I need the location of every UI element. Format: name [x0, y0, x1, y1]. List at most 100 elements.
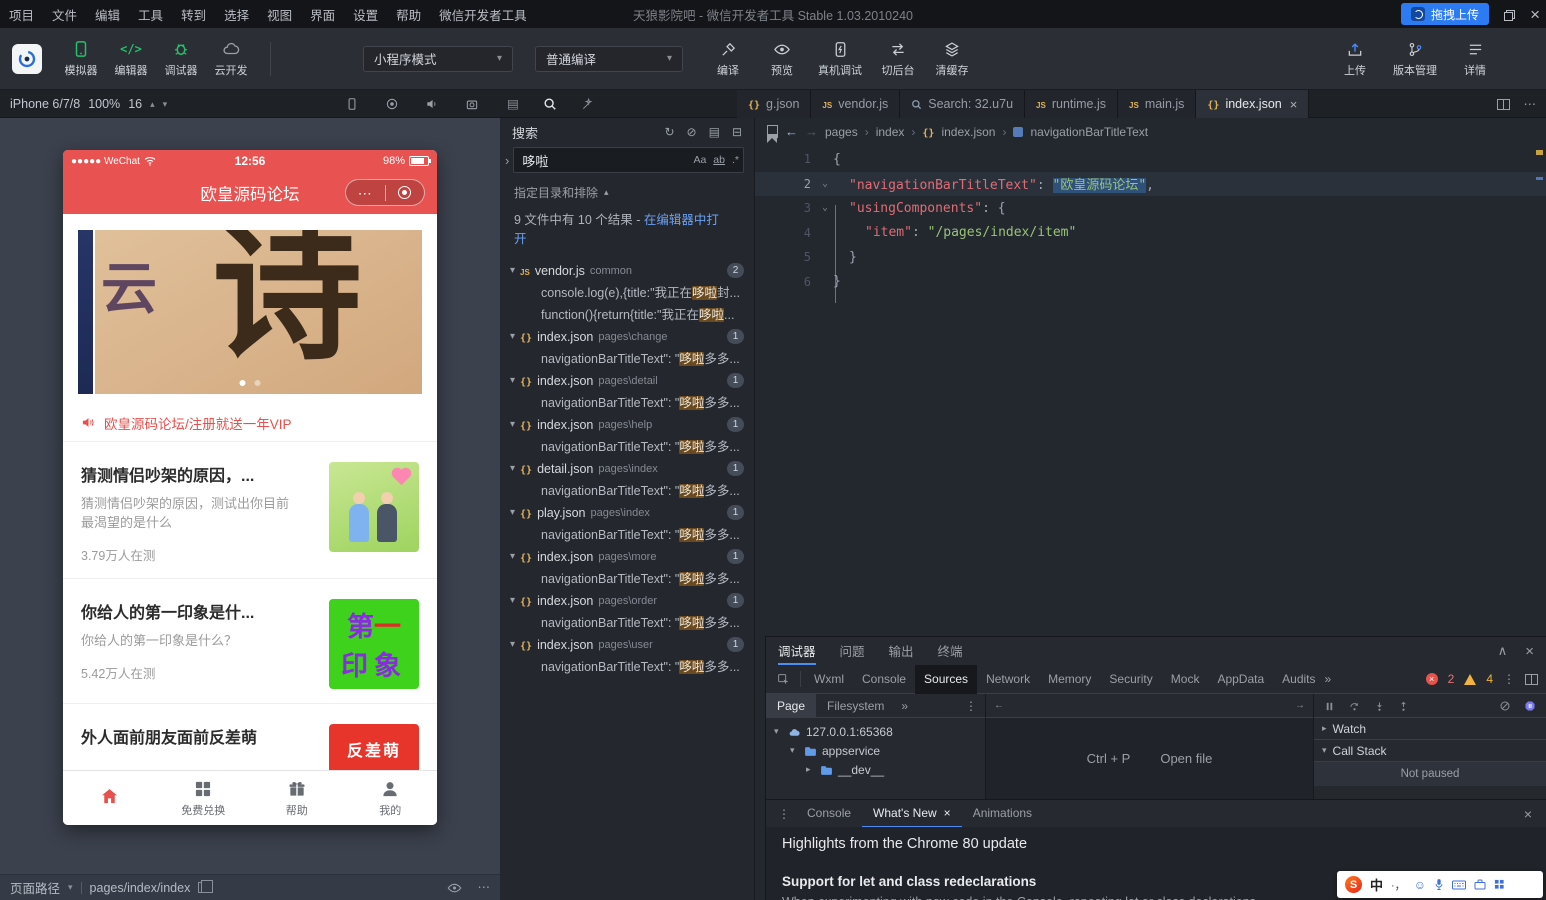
list-item[interactable]: 猜测情侣吵架的原因，... 猜测情侣吵架的原因，测试出你目前最渴望的是什么 3.…: [63, 442, 437, 579]
path-label[interactable]: 页面路径: [10, 878, 60, 897]
background-switch-button[interactable]: 切后台: [873, 39, 923, 78]
step-out-icon[interactable]: [1398, 699, 1409, 713]
code-line[interactable]: 1 {: [755, 147, 1546, 172]
preview-button[interactable]: 预览: [757, 39, 807, 78]
sound-icon[interactable]: [425, 97, 439, 112]
search-file-row[interactable]: index.json pages\user 1: [500, 634, 754, 656]
search-match[interactable]: function(){return{title:"我正在哆啦...: [500, 304, 754, 326]
sogou-logo-icon[interactable]: S: [1345, 876, 1362, 893]
nav-forward-icon[interactable]: [805, 125, 818, 138]
ime-mode-chinese[interactable]: 中: [1370, 875, 1383, 894]
search-file-row[interactable]: vendor.js common 2: [500, 260, 754, 282]
wand-icon[interactable]: [581, 97, 595, 112]
search-file-row[interactable]: play.json pages\index 1: [500, 502, 754, 524]
next-file-icon[interactable]: [1295, 701, 1305, 711]
sources-editor-area[interactable]: Ctrl + P Open file: [986, 694, 1313, 799]
step-into-icon[interactable]: [1374, 699, 1385, 713]
drag-upload-button[interactable]: 拖拽上传: [1401, 3, 1490, 25]
tab-whats-new[interactable]: What's New: [862, 800, 962, 828]
search-match[interactable]: console.log(e),{title:"我正在哆啦封...: [500, 282, 754, 304]
open-file-label[interactable]: Open file: [1160, 751, 1212, 766]
editor-button[interactable]: </> 编辑器: [106, 39, 156, 78]
more-menu-icon[interactable]: [346, 186, 385, 200]
prev-file-icon[interactable]: [994, 701, 1004, 711]
chevron-right-icon[interactable]: [806, 765, 815, 774]
search-match[interactable]: navigationBarTitleText": "哆啦多多...: [500, 392, 754, 414]
search-match[interactable]: navigationBarTitleText": "哆啦多多...: [500, 612, 754, 634]
close-panel-icon[interactable]: [1525, 644, 1534, 659]
menu-item[interactable]: 视图: [258, 0, 301, 28]
search-file-row[interactable]: detail.json pages\index 1: [500, 458, 754, 480]
search-file-row[interactable]: index.json pages\detail 1: [500, 370, 754, 392]
search-match[interactable]: navigationBarTitleText": "哆啦多多...: [500, 568, 754, 590]
code-line[interactable]: 5 }: [755, 245, 1546, 270]
tab-home[interactable]: [63, 771, 157, 825]
tab-audits[interactable]: Audits: [1273, 665, 1324, 694]
sidebar-menu-icon[interactable]: [965, 700, 985, 712]
split-editor-icon[interactable]: [1496, 98, 1510, 110]
menu-item[interactable]: 文件: [43, 0, 86, 28]
remote-debug-button[interactable]: 真机调试: [811, 39, 869, 78]
bookmark-icon[interactable]: [767, 125, 778, 143]
breadcrumb-item[interactable]: pages: [825, 125, 858, 139]
rotate-device-icon[interactable]: [345, 97, 359, 112]
fold-icon[interactable]: [817, 179, 833, 189]
copy-path-icon[interactable]: [198, 880, 214, 893]
restore-window-icon[interactable]: [1503, 6, 1516, 22]
menu-item[interactable]: 转到: [172, 0, 215, 28]
tab-animations[interactable]: Animations: [962, 800, 1043, 828]
pause-on-exceptions-icon[interactable]: [1524, 699, 1536, 713]
ime-toolbar[interactable]: S 中 ·， ☺: [1337, 871, 1543, 898]
search-match[interactable]: navigationBarTitleText": "哆啦多多...: [500, 524, 754, 546]
details-button[interactable]: 详情: [1450, 39, 1500, 78]
cloud-dev-button[interactable]: 云开发: [206, 39, 256, 78]
pause-icon[interactable]: [1324, 699, 1335, 713]
list-item[interactable]: 你给人的第一印象是什... 你给人的第一印象是什么？ 5.42万人在测 第一 印…: [63, 579, 437, 704]
banner-image[interactable]: 云 诗: [95, 230, 422, 394]
nav-back-icon[interactable]: [785, 125, 798, 138]
refresh-search-icon[interactable]: [664, 126, 674, 138]
close-tab-icon[interactable]: [1290, 98, 1298, 111]
tab-problems[interactable]: 问题: [840, 637, 865, 665]
tree-item[interactable]: __dev__: [766, 760, 985, 779]
chevron-down-icon[interactable]: [790, 746, 799, 755]
more-icon[interactable]: [478, 881, 491, 894]
search-match[interactable]: navigationBarTitleText": "哆啦多多...: [500, 480, 754, 502]
error-count[interactable]: 2: [1448, 672, 1455, 686]
menu-item[interactable]: 编辑: [86, 0, 129, 28]
menu-item[interactable]: 界面: [301, 0, 344, 28]
tab-search[interactable]: Search: 32.u7u: [900, 90, 1026, 118]
search-file-row[interactable]: index.json pages\change 1: [500, 326, 754, 348]
tab-wxml[interactable]: Wxml: [805, 665, 853, 694]
close-tab-icon[interactable]: [944, 807, 951, 819]
tab-console[interactable]: Console: [853, 665, 915, 694]
version-manage-button[interactable]: 版本管理: [1386, 39, 1444, 78]
warning-count[interactable]: 4: [1486, 672, 1493, 686]
regex-icon[interactable]: .*: [732, 154, 739, 166]
tab-help[interactable]: 帮助: [250, 771, 344, 825]
chevron-down-icon[interactable]: [68, 883, 73, 892]
chevron-down-icon[interactable]: [510, 376, 515, 386]
tab-drawer-console[interactable]: Console: [796, 800, 862, 828]
eye-icon[interactable]: [447, 881, 462, 895]
tab-memory[interactable]: Memory: [1039, 665, 1100, 694]
fold-icon[interactable]: [817, 203, 833, 213]
menu-item[interactable]: 项目: [0, 0, 43, 28]
more-actions-icon[interactable]: [1524, 98, 1537, 111]
watch-section[interactable]: Watch: [1314, 718, 1546, 740]
more-tabs-icon[interactable]: [895, 700, 908, 712]
tab-sources[interactable]: Sources: [915, 664, 978, 694]
step-over-icon[interactable]: [1348, 699, 1361, 713]
emoji-icon[interactable]: ☺: [1414, 878, 1426, 892]
file-list-icon[interactable]: [507, 98, 519, 111]
tab-index-json[interactable]: index.json: [1196, 90, 1310, 118]
tab-main-js[interactable]: main.js: [1118, 90, 1197, 118]
search-file-row[interactable]: index.json pages\order 1: [500, 590, 754, 612]
chevron-down-icon[interactable]: [510, 266, 515, 276]
tab-mock[interactable]: Mock: [1162, 665, 1209, 694]
chevron-down-icon[interactable]: [510, 596, 515, 606]
collapse-panel-icon[interactable]: [1498, 644, 1508, 659]
chevron-down-icon[interactable]: [774, 727, 783, 736]
grid-icon[interactable]: [1494, 879, 1505, 890]
close-drawer-icon[interactable]: [1516, 807, 1540, 821]
